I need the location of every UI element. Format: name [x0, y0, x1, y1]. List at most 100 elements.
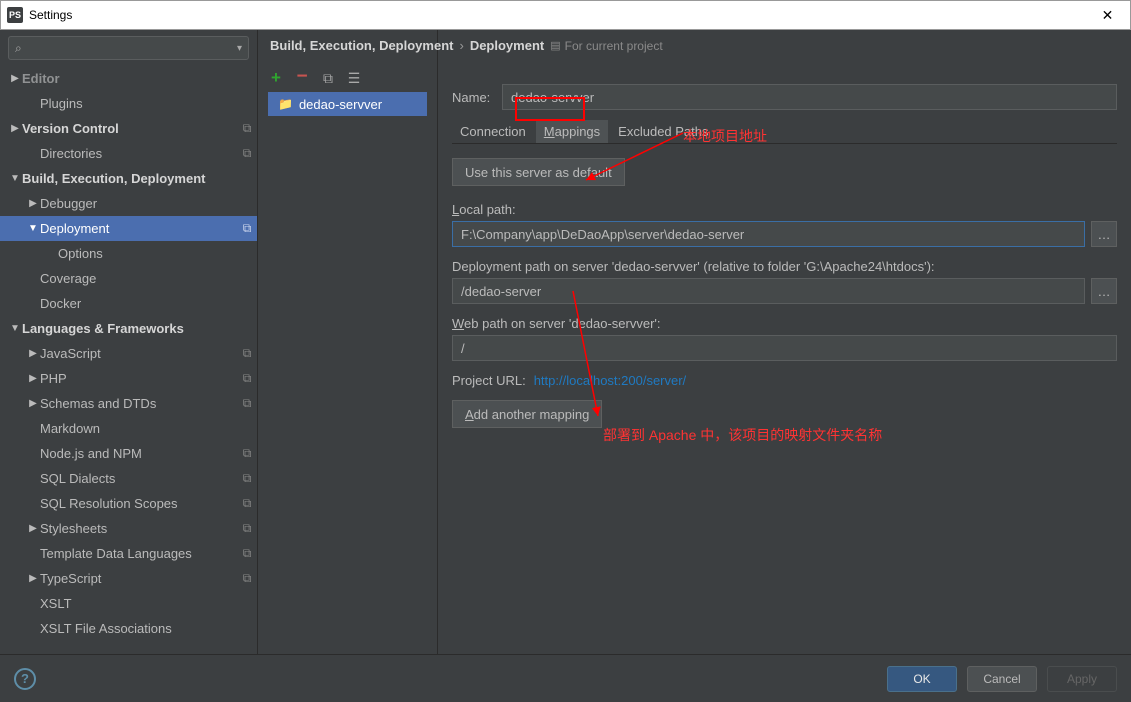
chevron-right-icon: ▶	[26, 398, 40, 409]
local-path-label: Local path:	[452, 202, 1117, 217]
tree-item[interactable]: ▶Directories⧉	[0, 141, 257, 166]
tree-item[interactable]: ▼Build, Execution, Deployment	[0, 166, 257, 191]
project-url-link[interactable]: http://localhost:200/server/	[534, 373, 686, 388]
remove-server-icon[interactable]: −	[294, 69, 310, 85]
tree-item[interactable]: ▶SQL Dialects⧉	[0, 466, 257, 491]
tree-item[interactable]: ▶Schemas and DTDs⧉	[0, 391, 257, 416]
sidebar-search-input[interactable]	[26, 41, 228, 55]
server-list-item[interactable]: 📁 dedao-servver	[268, 92, 427, 116]
web-path-input[interactable]	[452, 335, 1117, 361]
deploy-path-input[interactable]	[452, 278, 1085, 304]
tree-item[interactable]: ▶XSLT	[0, 591, 257, 616]
tree-item[interactable]: ▶SQL Resolution Scopes⧉	[0, 491, 257, 516]
help-button[interactable]: ?	[14, 668, 36, 690]
breadcrumb-main: Build, Execution, Deployment	[270, 38, 453, 53]
tree-item-label: Directories	[40, 146, 237, 161]
project-scope-indicator-icon: ⧉	[237, 471, 257, 486]
local-path-browse-button[interactable]: …	[1091, 221, 1117, 247]
tree-item-label: Template Data Languages	[40, 546, 237, 561]
chevron-right-icon: ▶	[26, 573, 40, 584]
chevron-down-icon: ▼	[26, 223, 40, 234]
tree-item[interactable]: ▶Debugger	[0, 191, 257, 216]
project-scope-indicator-icon: ⧉	[237, 346, 257, 361]
tree-item-label: Deployment	[40, 221, 237, 236]
local-path-input[interactable]	[452, 221, 1085, 247]
tree-item-label: Stylesheets	[40, 521, 237, 536]
chevron-right-icon: ▶	[26, 523, 40, 534]
tree-item-label: Docker	[40, 296, 237, 311]
dialog-footer: ? OK Cancel Apply	[0, 654, 1131, 702]
project-scope-indicator-icon: ⧉	[237, 521, 257, 536]
deployment-settings-panel: Build, Execution, Deployment › Deploymen…	[438, 30, 1131, 654]
project-scope-indicator-icon: ⧉	[237, 121, 257, 136]
add-mapping-button[interactable]: Add another mapping	[452, 400, 602, 428]
search-history-chevron-icon[interactable]: ▾	[237, 43, 242, 54]
name-label: Name:	[452, 90, 502, 105]
copy-server-icon[interactable]: ⧉	[320, 70, 336, 86]
server-folder-icon: 📁	[278, 97, 293, 111]
tree-item[interactable]: ▶Version Control⧉	[0, 116, 257, 141]
tree-item-label: XSLT	[40, 596, 237, 611]
sidebar-search-wrap[interactable]: ⌕ ▾	[8, 36, 249, 60]
tree-item-label: Version Control	[22, 121, 237, 136]
server-list-item-label: dedao-servver	[299, 97, 382, 112]
tab-mappings[interactable]: Mappings	[536, 120, 608, 143]
tree-item[interactable]: ▶XSLT File Associations	[0, 616, 257, 641]
window-titlebar: PS Settings ✕	[0, 0, 1131, 30]
tree-item-label: Coverage	[40, 271, 237, 286]
tree-item[interactable]: ▼Languages & Frameworks	[0, 316, 257, 341]
tree-item-label: Schemas and DTDs	[40, 396, 237, 411]
use-server-default-button[interactable]: Use this server as default	[452, 158, 625, 186]
tree-item[interactable]: ▶Template Data Languages⧉	[0, 541, 257, 566]
tree-item[interactable]: ▼Deployment⧉	[0, 216, 257, 241]
tree-item-label: Debugger	[40, 196, 237, 211]
chevron-right-icon: ▶	[8, 73, 22, 84]
tree-item[interactable]: ▶Options	[0, 241, 257, 266]
deploy-path-browse-button[interactable]: …	[1091, 278, 1117, 304]
project-scope-indicator-icon: ⧉	[237, 571, 257, 586]
app-icon: PS	[7, 7, 23, 23]
cancel-button[interactable]: Cancel	[967, 666, 1037, 692]
tree-item[interactable]: ▶Stylesheets⧉	[0, 516, 257, 541]
tree-item[interactable]: ▶Plugins	[0, 91, 257, 116]
tree-item-label: Build, Execution, Deployment	[22, 171, 237, 186]
ok-button[interactable]: OK	[887, 666, 957, 692]
deployment-tabs: Connection Mappings Excluded Paths	[452, 120, 1117, 144]
project-scope-indicator-icon: ⧉	[237, 221, 257, 236]
deployment-server-list: + − ⧉ ☰ 📁 dedao-servver	[258, 30, 438, 654]
window-title: Settings	[29, 8, 72, 22]
project-scope-indicator-icon: ⧉	[237, 146, 257, 161]
project-scope-indicator-icon: ⧉	[237, 396, 257, 411]
chevron-down-icon: ▼	[8, 323, 22, 334]
chevron-right-icon: ▶	[8, 123, 22, 134]
tab-connection[interactable]: Connection	[452, 120, 534, 143]
tree-item-label: XSLT File Associations	[40, 621, 237, 636]
window-close-button[interactable]: ✕	[1085, 1, 1130, 29]
tree-item-label: Languages & Frameworks	[22, 321, 237, 336]
tree-item-label: TypeScript	[40, 571, 237, 586]
tree-item[interactable]: ▶Docker	[0, 291, 257, 316]
tree-item[interactable]: ▶Markdown	[0, 416, 257, 441]
tree-item[interactable]: ▶Editor	[0, 66, 257, 91]
tree-item[interactable]: ▶Node.js and NPM⧉	[0, 441, 257, 466]
tree-item[interactable]: ▶JavaScript⧉	[0, 341, 257, 366]
server-name-input[interactable]	[502, 84, 1117, 110]
tree-item-label: SQL Dialects	[40, 471, 237, 486]
settings-tree: ▶Editor▶Plugins▶Version Control⧉▶Directo…	[0, 64, 257, 654]
project-scope-indicator-icon: ⧉	[237, 546, 257, 561]
tree-item-label: Markdown	[40, 421, 237, 436]
tree-item[interactable]: ▶Coverage	[0, 266, 257, 291]
chevron-right-icon: ▶	[26, 373, 40, 384]
chevron-right-icon: ▶	[26, 198, 40, 209]
project-url-label: Project URL:	[452, 373, 526, 388]
align-server-icon[interactable]: ☰	[346, 70, 362, 86]
apply-button[interactable]: Apply	[1047, 666, 1117, 692]
search-icon: ⌕	[15, 41, 22, 56]
web-path-label: Web path on server 'dedao-servver':	[452, 316, 1117, 331]
project-scope-indicator-icon: ⧉	[237, 371, 257, 386]
add-server-icon[interactable]: +	[268, 70, 284, 86]
tree-item[interactable]: ▶PHP⧉	[0, 366, 257, 391]
tree-item-label: PHP	[40, 371, 237, 386]
tree-item[interactable]: ▶TypeScript⧉	[0, 566, 257, 591]
tab-excluded-paths[interactable]: Excluded Paths	[610, 120, 716, 143]
